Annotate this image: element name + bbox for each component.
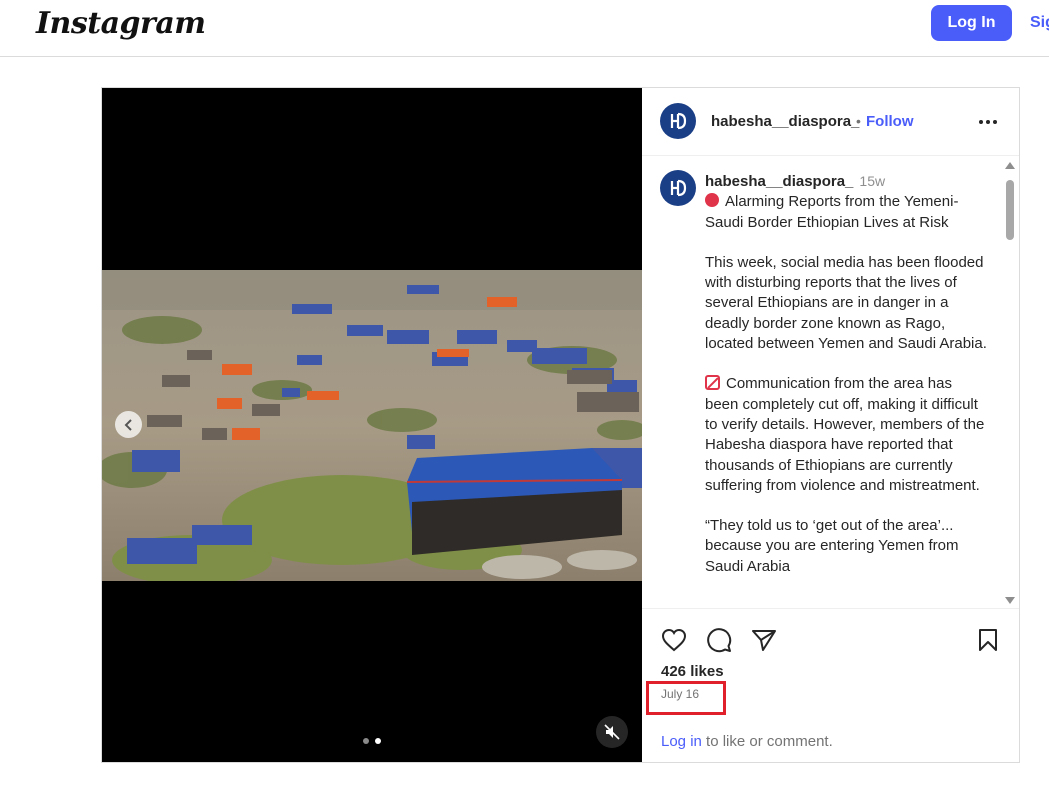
red-circle-icon (705, 193, 719, 208)
caption-paragraph-1: This week, social media has been flooded… (705, 253, 987, 353)
more-icon (979, 120, 997, 124)
login-button[interactable]: Log In (931, 5, 1012, 41)
caption-text: habesha__diaspora_ 15w Alarming Reports f… (705, 171, 988, 577)
caption-avatar[interactable] (660, 170, 696, 206)
previous-slide-button[interactable] (115, 411, 142, 438)
carousel-indicator (363, 738, 381, 744)
post-photo (102, 270, 642, 581)
separator-dot: • (856, 113, 861, 129)
likes-count[interactable]: 426 likes (661, 663, 724, 680)
caption-timestamp[interactable]: 15w (859, 173, 885, 189)
like-button[interactable] (660, 626, 688, 654)
post-actions (642, 622, 1019, 658)
comment-icon (707, 628, 732, 653)
avatar-logo-icon (670, 112, 687, 130)
post-media[interactable] (102, 88, 642, 762)
share-button[interactable] (750, 626, 778, 654)
login-prompt-text: to like or comment. (701, 733, 833, 750)
post-container: habesha__diaspora_ • Follow habesha__dia… (101, 87, 1020, 763)
signup-link[interactable]: Sig (1030, 14, 1049, 32)
mute-button[interactable] (596, 716, 628, 748)
heart-icon (661, 628, 687, 652)
scroll-up-arrow-icon[interactable] (1005, 162, 1015, 169)
avatar-logo-icon (670, 179, 687, 197)
scrollbar-thumb[interactable] (1006, 180, 1014, 240)
follow-button[interactable]: Follow (866, 113, 914, 130)
login-prompt: Log in to like or comment. (661, 733, 833, 750)
post-sidebar: habesha__diaspora_ • Follow habesha__dia… (642, 88, 1019, 762)
top-navigation-bar: Instagram Log In Sig (0, 0, 1049, 57)
more-options-button[interactable] (976, 110, 1000, 134)
save-button[interactable] (974, 626, 1002, 654)
scroll-down-arrow-icon[interactable] (1005, 597, 1015, 604)
login-link[interactable]: Log in (661, 733, 702, 750)
chevron-left-icon (124, 418, 132, 431)
caption-paragraph-3: “They told us to ‘get out of the area’..… (705, 517, 959, 575)
instagram-logo[interactable]: Instagram (36, 6, 206, 41)
author-avatar[interactable] (660, 103, 696, 139)
mute-icon (604, 724, 620, 740)
caption-paragraph-2: Communication from the area has been com… (705, 375, 985, 494)
highlight-box (646, 681, 726, 715)
comment-button[interactable] (705, 626, 733, 654)
caption-username[interactable]: habesha__diaspora_ (705, 173, 853, 190)
author-username[interactable]: habesha__diaspora_ (711, 113, 859, 130)
post-header: habesha__diaspora_ • Follow (642, 88, 1019, 156)
carousel-dot-active (375, 738, 381, 744)
caption-title: Alarming Reports from the Yemeni-Saudi B… (705, 193, 959, 231)
caption-scrollbar[interactable] (1003, 160, 1017, 606)
bookmark-icon (979, 629, 997, 651)
share-icon (752, 630, 776, 651)
caption-area[interactable]: habesha__diaspora_ 15w Alarming Reports f… (642, 157, 1019, 609)
carousel-dot (363, 738, 369, 744)
no-mobile-phones-icon (705, 375, 720, 391)
